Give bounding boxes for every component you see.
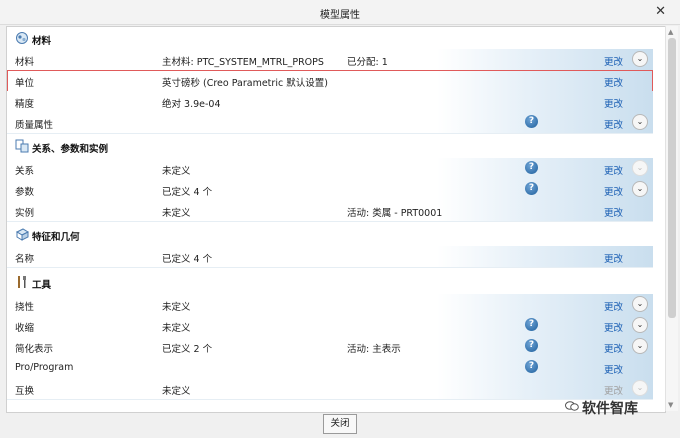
scroll-thumb[interactable] [668, 38, 676, 318]
change-link[interactable]: 更改 [604, 251, 623, 265]
row-label: 单位 [15, 78, 35, 89]
change-link[interactable]: 更改 [604, 341, 623, 355]
row-label: 材料 [15, 57, 35, 68]
row-label: 精度 [15, 99, 35, 110]
row-label: 关系 [15, 166, 35, 177]
row-interchange: 互换 未定义 更改 ⌄ [7, 378, 653, 400]
help-icon[interactable]: ? [525, 360, 538, 373]
row-value: 主材料: PTC_SYSTEM_MTRL_PROPS [162, 57, 324, 68]
window-title: 模型属性 [320, 10, 360, 21]
section-title-materials: 材料 [32, 36, 52, 47]
section-title-features: 特征和几何 [32, 232, 80, 243]
row-label: 参数 [15, 187, 35, 198]
help-icon[interactable]: ? [525, 161, 538, 174]
change-link[interactable]: 更改 [604, 163, 623, 177]
close-window-icon[interactable]: ✕ [655, 4, 666, 19]
row-extra: 已分配: 1 [347, 57, 388, 68]
row-value: 未定义 [162, 323, 191, 334]
row-accuracy: 精度 绝对 3.9e-04 更改 [7, 91, 653, 113]
expand-icon: ⌄ [632, 160, 648, 176]
row-pro-program: Pro/Program ? 更改 [7, 357, 653, 379]
row-label: 名称 [15, 254, 35, 265]
section-tools: 工具 [7, 273, 665, 293]
change-link: 更改 [604, 386, 624, 397]
row-label: 实例 [15, 208, 35, 219]
change-link[interactable]: 更改 [604, 299, 623, 313]
materials-icon [16, 32, 28, 44]
section-features: 特征和几何 [7, 225, 665, 245]
vertical-scrollbar[interactable]: ▲ ▼ [665, 26, 678, 411]
section-title-relations: 关系、参数和实例 [32, 144, 109, 155]
properties-panel: 材料 材料 主材料: PTC_SYSTEM_MTRL_PROPS 已分配: 1 … [6, 26, 666, 413]
row-value: 绝对 3.9e-04 [162, 99, 221, 110]
watermark-text: 软件智库 [582, 401, 638, 417]
row-extra: 活动: 主表示 [347, 344, 401, 355]
relations-icon [15, 139, 29, 153]
row-value: 未定义 [162, 166, 191, 177]
row-extra: 活动: 类属 - PRT0001 [347, 208, 443, 219]
wechat-logo-icon [565, 401, 579, 411]
expand-icon[interactable]: ⌄ [632, 51, 648, 67]
change-link[interactable]: 更改 [604, 184, 623, 198]
expand-icon[interactable]: ⌄ [632, 296, 648, 312]
row-value: 已定义 2 个 [162, 344, 213, 355]
change-link[interactable]: 更改 [604, 362, 623, 376]
row-units: 单位 英寸磅秒 (Creo Parametric 默认设置) 更改 [7, 70, 653, 92]
change-link[interactable]: 更改 [604, 54, 623, 68]
section-materials: 材料 [7, 29, 665, 49]
row-value: 未定义 [162, 386, 191, 397]
close-button[interactable]: 关闭 [323, 414, 357, 434]
row-value: 未定义 [162, 302, 191, 313]
expand-icon: ⌄ [632, 380, 648, 396]
change-link[interactable]: 更改 [604, 320, 623, 334]
expand-icon[interactable]: ⌄ [632, 114, 648, 130]
help-icon[interactable]: ? [525, 115, 538, 128]
change-link[interactable]: 更改 [604, 75, 623, 89]
row-relations: 关系 未定义 ? 更改 ⌄ [7, 158, 653, 180]
title-bar: 模型属性 ✕ [0, 0, 680, 25]
row-label: 收缩 [15, 323, 35, 334]
row-shrink: 收缩 未定义 ? 更改 ⌄ [7, 315, 653, 337]
scroll-down-icon[interactable]: ▼ [668, 401, 673, 409]
help-icon[interactable]: ? [525, 318, 538, 331]
features-icon [15, 228, 29, 241]
row-value: 未定义 [162, 208, 191, 219]
change-link[interactable]: 更改 [604, 117, 623, 131]
row-simplified-rep: 简化表示 已定义 2 个 活动: 主表示 ? 更改 ⌄ [7, 336, 653, 358]
help-icon[interactable]: ? [525, 339, 538, 352]
row-value: 已定义 4 个 [162, 187, 213, 198]
expand-icon[interactable]: ⌄ [632, 338, 648, 354]
change-link[interactable]: 更改 [604, 205, 623, 219]
section-relations: 关系、参数和实例 [7, 137, 665, 157]
row-label: 互换 [15, 386, 35, 397]
row-names: 名称 已定义 4 个 更改 [7, 246, 653, 268]
expand-icon[interactable]: ⌄ [632, 317, 648, 333]
expand-icon[interactable]: ⌄ [632, 181, 648, 197]
row-value: 英寸磅秒 (Creo Parametric 默认设置) [162, 78, 328, 89]
row-parameters: 参数 已定义 4 个 ? 更改 ⌄ [7, 179, 653, 201]
change-link[interactable]: 更改 [604, 96, 623, 110]
row-material: 材料 主材料: PTC_SYSTEM_MTRL_PROPS 已分配: 1 更改 … [7, 49, 653, 71]
row-mass: 质量属性 ? 更改 ⌄ [7, 112, 653, 134]
row-label: 简化表示 [15, 344, 54, 355]
row-flex: 挠性 未定义 更改 ⌄ [7, 294, 653, 316]
row-label: Pro/Program [15, 362, 74, 373]
help-icon[interactable]: ? [525, 182, 538, 195]
row-instances: 实例 未定义 活动: 类属 - PRT0001 更改 [7, 200, 653, 222]
section-title-tools: 工具 [32, 280, 52, 291]
row-label: 质量属性 [15, 120, 54, 131]
scroll-up-icon[interactable]: ▲ [668, 28, 673, 36]
row-value: 已定义 4 个 [162, 254, 213, 265]
tools-icon [18, 276, 26, 288]
row-label: 挠性 [15, 302, 35, 313]
